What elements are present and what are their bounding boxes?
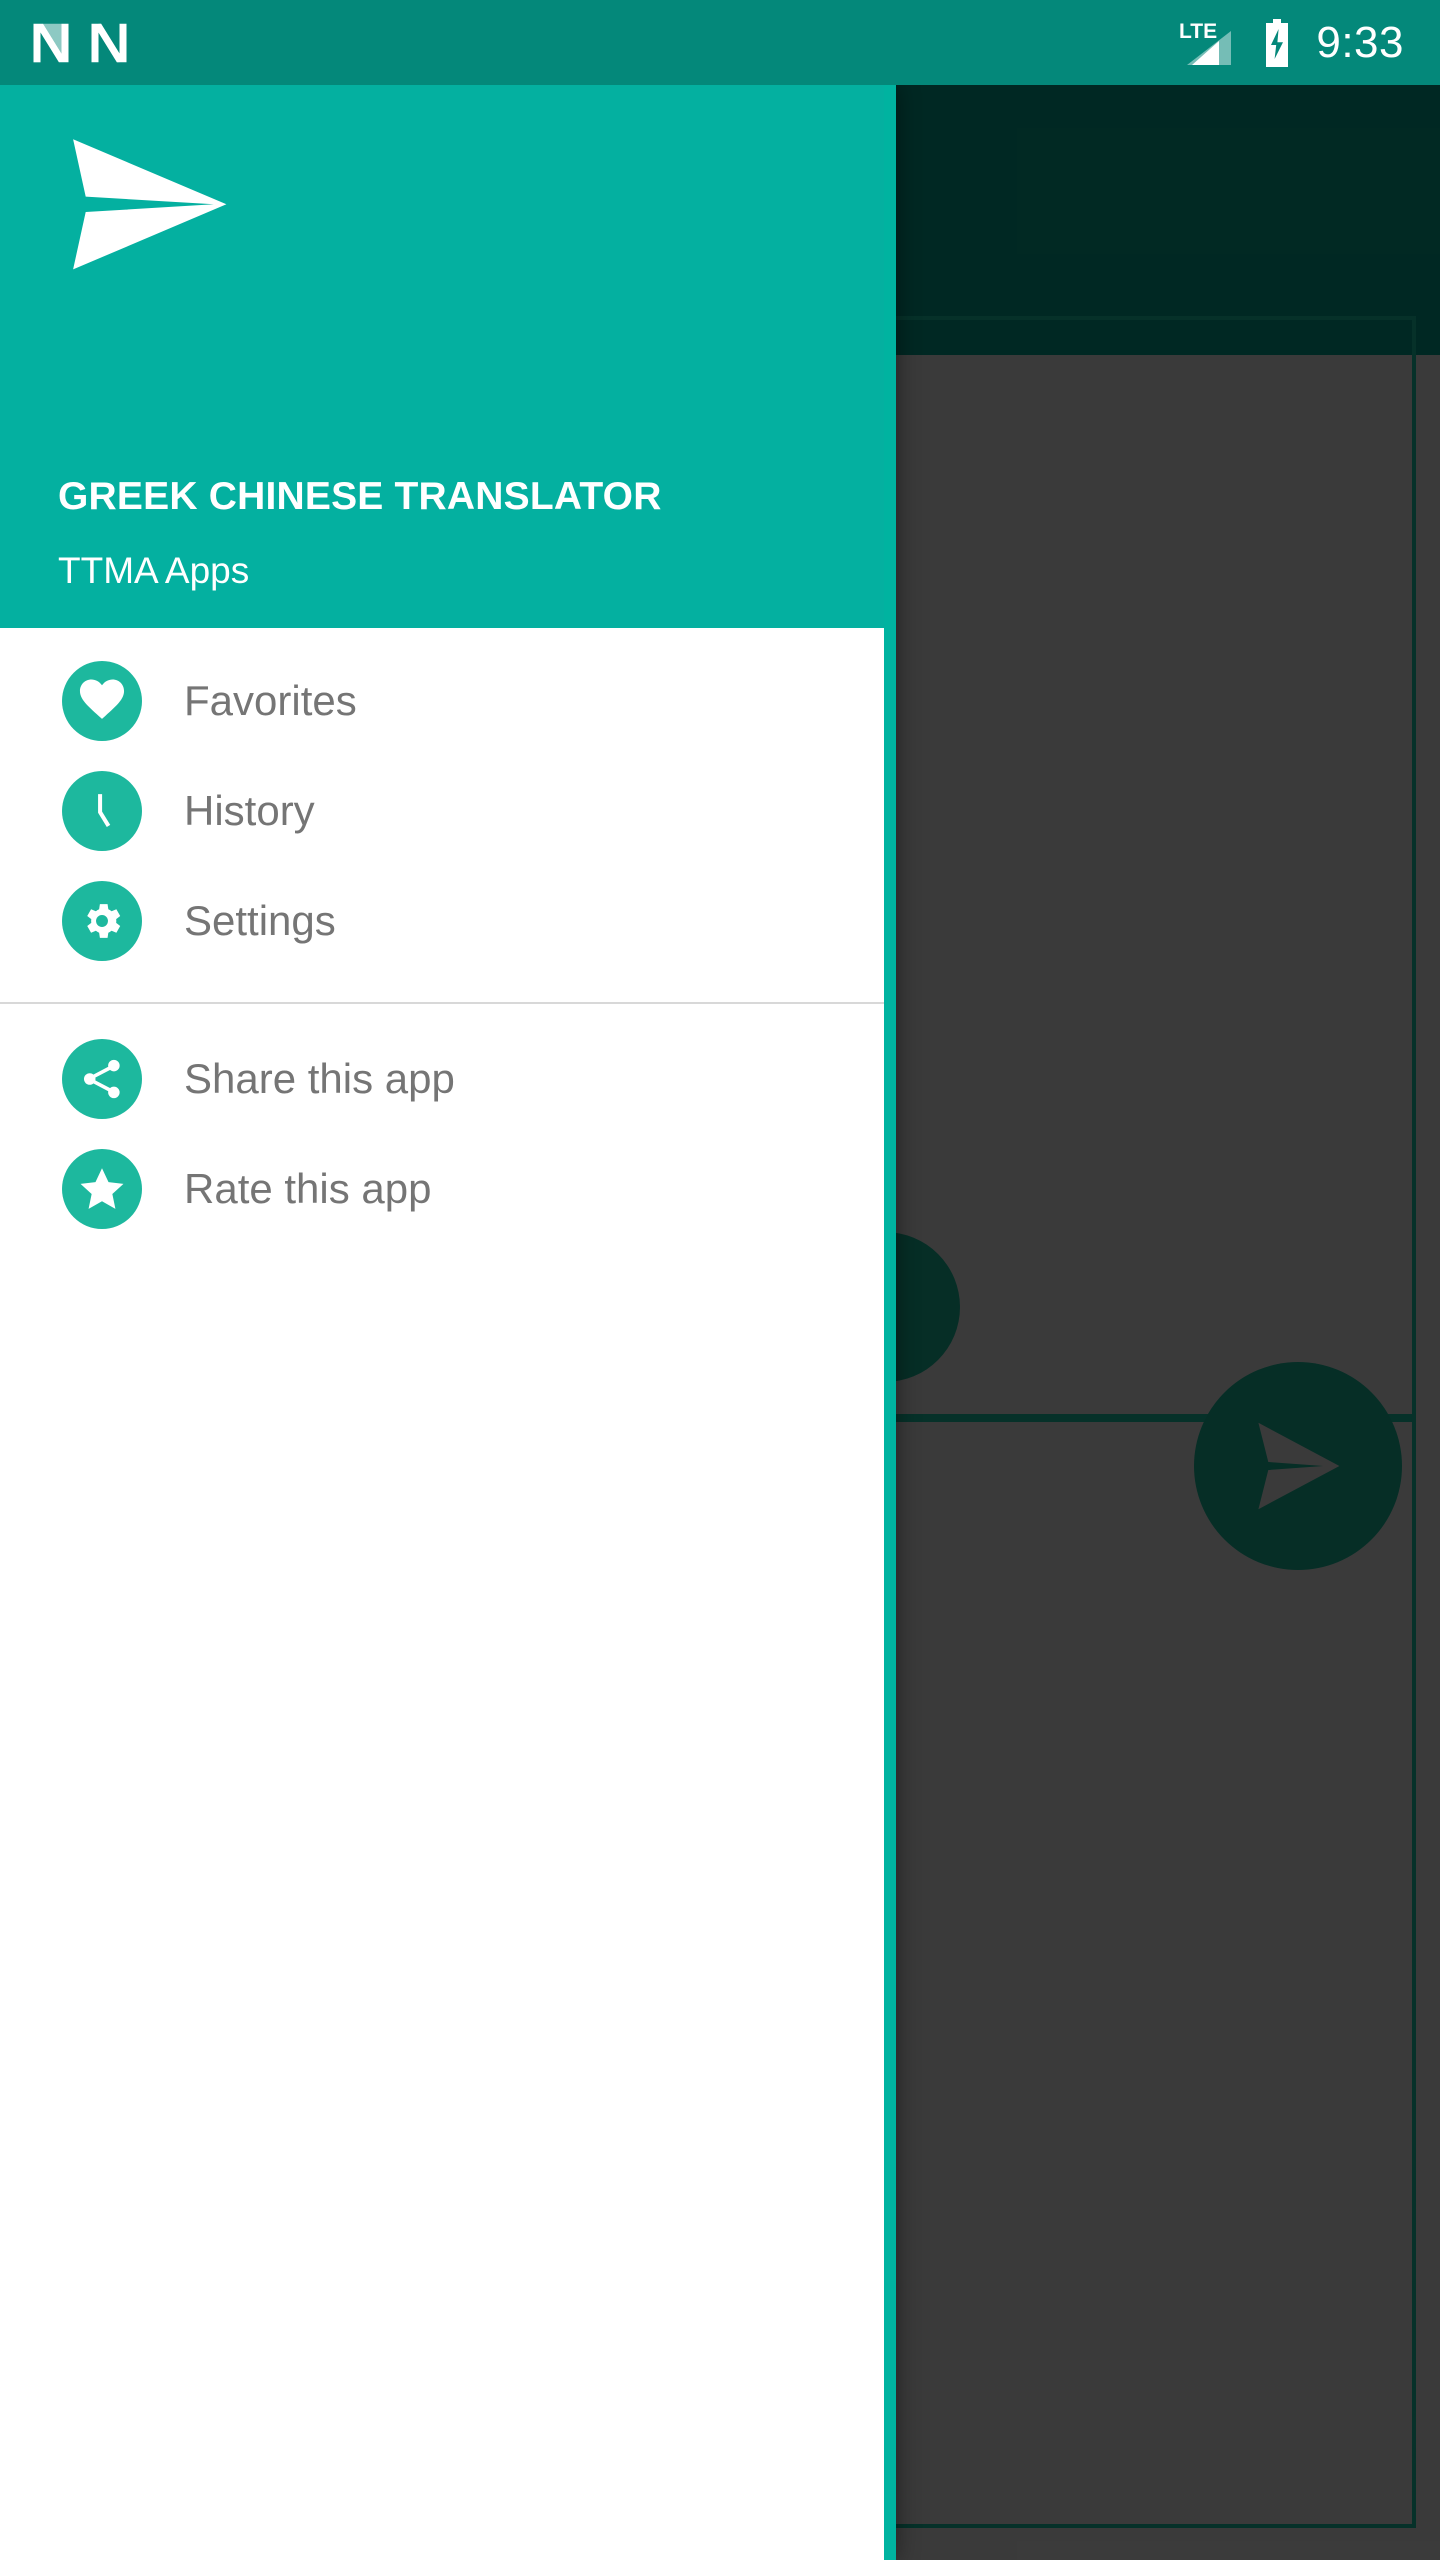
app-developer: TTMA Apps xyxy=(58,550,250,591)
drawer-item-label: History xyxy=(184,787,315,834)
clock-icon xyxy=(62,771,142,851)
heart-icon xyxy=(62,661,142,741)
app-title: GREEK CHINESE TRANSLATOR xyxy=(58,475,662,518)
navigation-drawer: GREEK CHINESE TRANSLATOR TTMA Apps Favor… xyxy=(0,85,890,2560)
status-bar: LTE 9:33 xyxy=(0,0,1440,85)
lte-signal-icon: LTE xyxy=(1176,17,1238,69)
svg-text:LTE: LTE xyxy=(1179,20,1217,43)
drawer-item-label: Rate this app xyxy=(184,1165,432,1212)
drawer-item-settings[interactable]: Settings xyxy=(0,866,890,976)
drawer-secondary-menu: Share this app Rate this app xyxy=(0,1004,890,1244)
drawer-primary-menu: Favorites History Settings xyxy=(0,628,890,976)
drawer-item-favorites[interactable]: Favorites xyxy=(0,646,890,756)
status-bar-indicators: LTE 9:33 xyxy=(1176,0,1404,85)
drawer-item-label: Settings xyxy=(184,897,336,944)
drawer-item-rate-app[interactable]: Rate this app xyxy=(0,1134,890,1244)
star-icon xyxy=(62,1149,142,1229)
drawer-item-share-app[interactable]: Share this app xyxy=(0,1024,890,1134)
drawer-edge-accent xyxy=(884,85,896,2560)
app-notification-icon xyxy=(88,20,130,66)
app-notification-icon xyxy=(30,20,72,66)
share-icon xyxy=(62,1039,142,1119)
status-bar-clock: 9:33 xyxy=(1316,17,1404,67)
gear-icon xyxy=(62,881,142,961)
drawer-item-label: Favorites xyxy=(184,677,357,724)
drawer-header: GREEK CHINESE TRANSLATOR TTMA Apps xyxy=(0,85,890,628)
drawer-item-label: Share this app xyxy=(184,1055,455,1102)
status-bar-notifications xyxy=(30,20,130,66)
app-screen: CHINESE GREEK CHINESE TRANSLATOR TTMA Ap… xyxy=(0,0,1440,2560)
send-plane-logo xyxy=(58,135,832,275)
drawer-item-history[interactable]: History xyxy=(0,756,890,866)
battery-charging-icon xyxy=(1260,17,1294,69)
